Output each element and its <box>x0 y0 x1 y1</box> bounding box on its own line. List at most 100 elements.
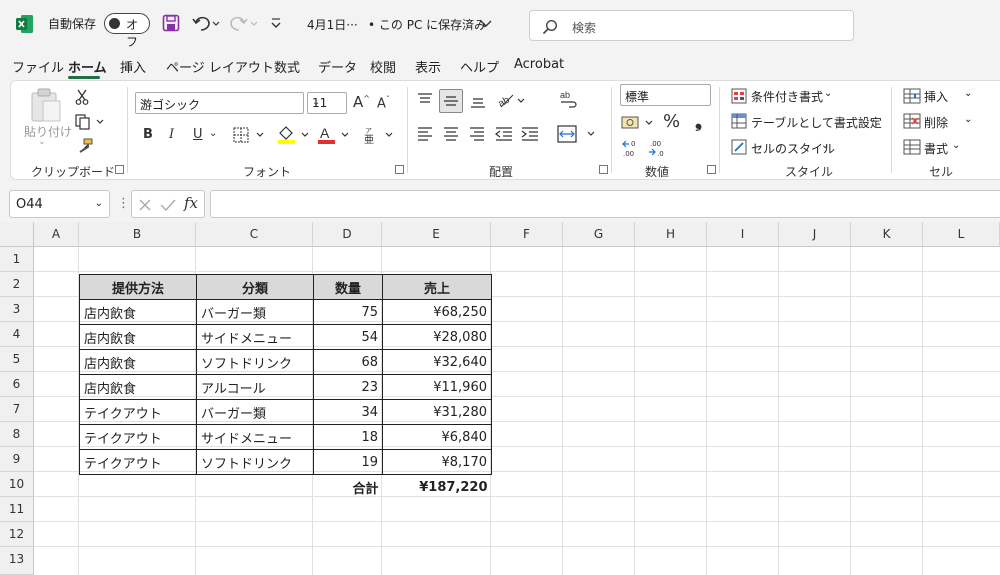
empty-cell[interactable] <box>197 475 314 500</box>
copy-icon[interactable] <box>75 114 105 130</box>
header-cell[interactable]: 提供方法 <box>79 274 197 300</box>
row-header[interactable]: 10 <box>0 472 34 497</box>
redo-icon[interactable] <box>230 14 258 32</box>
insert-cells-icon[interactable] <box>903 88 921 104</box>
cell[interactable]: 店内飲食 <box>79 349 197 375</box>
number-launcher-icon[interactable] <box>707 165 716 174</box>
borders-icon[interactable] <box>233 127 265 143</box>
column-header[interactable]: C <box>196 222 313 247</box>
tab-file[interactable]: ファイル <box>12 57 64 76</box>
align-left-icon[interactable] <box>417 126 433 142</box>
chevron-down-icon[interactable]: ⌄ <box>964 88 972 99</box>
increase-font-icon[interactable]: A^ <box>353 93 370 111</box>
column-header[interactable]: G <box>563 222 635 247</box>
format-painter-icon[interactable] <box>75 138 93 154</box>
wrap-text-icon[interactable]: ab <box>559 89 579 109</box>
cell[interactable]: 店内飲食 <box>79 299 197 325</box>
cell[interactable]: 75 <box>313 299 383 325</box>
column-header[interactable]: E <box>382 222 491 247</box>
select-all-corner[interactable] <box>0 222 34 247</box>
cancel-icon[interactable] <box>138 198 152 212</box>
save-status[interactable]: • この PC に保存済み <box>368 16 486 33</box>
row-header[interactable]: 13 <box>0 547 34 575</box>
cell[interactable]: ¥31,280 <box>382 399 492 425</box>
percent-style-icon[interactable]: % <box>663 111 680 132</box>
row-header[interactable]: 4 <box>0 322 34 347</box>
header-cell[interactable]: 分類 <box>196 274 314 300</box>
cell[interactable]: ソフトドリンク <box>196 449 314 475</box>
align-right-icon[interactable] <box>469 126 485 142</box>
decrease-indent-icon[interactable] <box>495 126 513 142</box>
cell[interactable]: 18 <box>313 424 383 450</box>
bold-icon[interactable]: B <box>143 127 153 142</box>
italic-icon[interactable]: I <box>169 127 174 142</box>
format-cells-label[interactable]: 書式 <box>924 140 948 157</box>
formula-input[interactable] <box>210 190 1000 218</box>
row-header[interactable]: 6 <box>0 372 34 397</box>
chevron-down-icon[interactable]: ⌄ <box>952 140 960 151</box>
font-size-select[interactable]: 11 ⌄ <box>307 92 347 114</box>
row-header[interactable]: 11 <box>0 497 34 522</box>
column-header[interactable]: A <box>34 222 79 247</box>
paste-label[interactable]: 貼り付け <box>24 123 72 140</box>
cell[interactable]: サイドメニュー <box>196 424 314 450</box>
format-as-table-icon[interactable] <box>731 113 747 129</box>
tab-acrobat[interactable]: Acrobat <box>514 57 564 72</box>
header-cell[interactable]: 売上 <box>382 274 492 300</box>
cell[interactable]: バーガー類 <box>196 399 314 425</box>
column-header[interactable]: B <box>79 222 196 247</box>
decrease-decimal-icon[interactable]: .00 .0 <box>647 139 667 157</box>
save-icon[interactable] <box>162 14 180 32</box>
undo-icon[interactable] <box>192 14 220 32</box>
total-label[interactable]: 合計 <box>314 475 383 500</box>
number-format-select[interactable]: 標準 ⌄ <box>620 84 711 106</box>
total-value[interactable]: ¥187,220 <box>383 475 492 500</box>
document-title[interactable]: 4月1日··· <box>307 16 358 33</box>
row-header[interactable]: 12 <box>0 522 34 547</box>
cell[interactable]: ¥8,170 <box>382 449 492 475</box>
chevron-down-icon[interactable]: ⌄ <box>964 114 972 125</box>
cell[interactable]: ソフトドリンク <box>196 349 314 375</box>
cell[interactable]: ¥28,080 <box>382 324 492 350</box>
row-header[interactable]: 8 <box>0 422 34 447</box>
column-header[interactable]: J <box>779 222 851 247</box>
tab-formulas[interactable]: 数式 <box>274 57 300 76</box>
tab-insert[interactable]: 挿入 <box>120 57 146 76</box>
increase-indent-icon[interactable] <box>521 126 539 142</box>
tab-help[interactable]: ヘルプ <box>460 57 499 76</box>
row-header[interactable]: 9 <box>0 447 34 472</box>
delete-cells-icon[interactable] <box>903 113 921 129</box>
chevron-down-icon[interactable] <box>480 19 492 29</box>
chevron-down-icon[interactable]: ⌄ <box>868 114 876 125</box>
cell[interactable]: バーガー類 <box>196 299 314 325</box>
underline-icon[interactable]: U <box>193 127 203 142</box>
tab-view[interactable]: 表示 <box>415 57 441 76</box>
tab-home[interactable]: ホーム <box>68 57 107 76</box>
cell[interactable]: 店内飲食 <box>79 324 197 350</box>
phonetic-guide-icon[interactable]: ア 亜 <box>361 125 395 145</box>
row-header[interactable]: 5 <box>0 347 34 372</box>
cell[interactable]: 68 <box>313 349 383 375</box>
cell[interactable]: ¥6,840 <box>382 424 492 450</box>
decrease-font-icon[interactable]: Aˇ <box>377 95 390 111</box>
search-box[interactable]: 検索 <box>529 10 854 41</box>
tab-review[interactable]: 校閲 <box>370 57 396 76</box>
accounting-format-icon[interactable] <box>621 114 657 132</box>
font-launcher-icon[interactable] <box>395 165 404 174</box>
merge-center-icon[interactable] <box>557 125 597 143</box>
cell[interactable]: テイクアウト <box>79 449 197 475</box>
column-header[interactable]: D <box>313 222 382 247</box>
align-center-icon[interactable] <box>443 126 459 142</box>
enter-icon[interactable] <box>160 198 176 212</box>
column-header[interactable]: K <box>851 222 923 247</box>
align-top-icon[interactable] <box>417 92 433 108</box>
tab-data[interactable]: データ <box>318 57 357 76</box>
cell[interactable]: テイクアウト <box>79 399 197 425</box>
conditional-formatting-label[interactable]: 条件付き書式 <box>751 88 823 105</box>
cell[interactable]: 23 <box>313 374 383 400</box>
format-cells-icon[interactable] <box>903 139 921 155</box>
cell[interactable]: ¥11,960 <box>382 374 492 400</box>
comma-style-icon[interactable]: ❟ <box>695 111 702 132</box>
delete-cells-label[interactable]: 削除 <box>924 114 948 131</box>
tab-page-layout[interactable]: ページ レイアウト <box>166 57 274 76</box>
